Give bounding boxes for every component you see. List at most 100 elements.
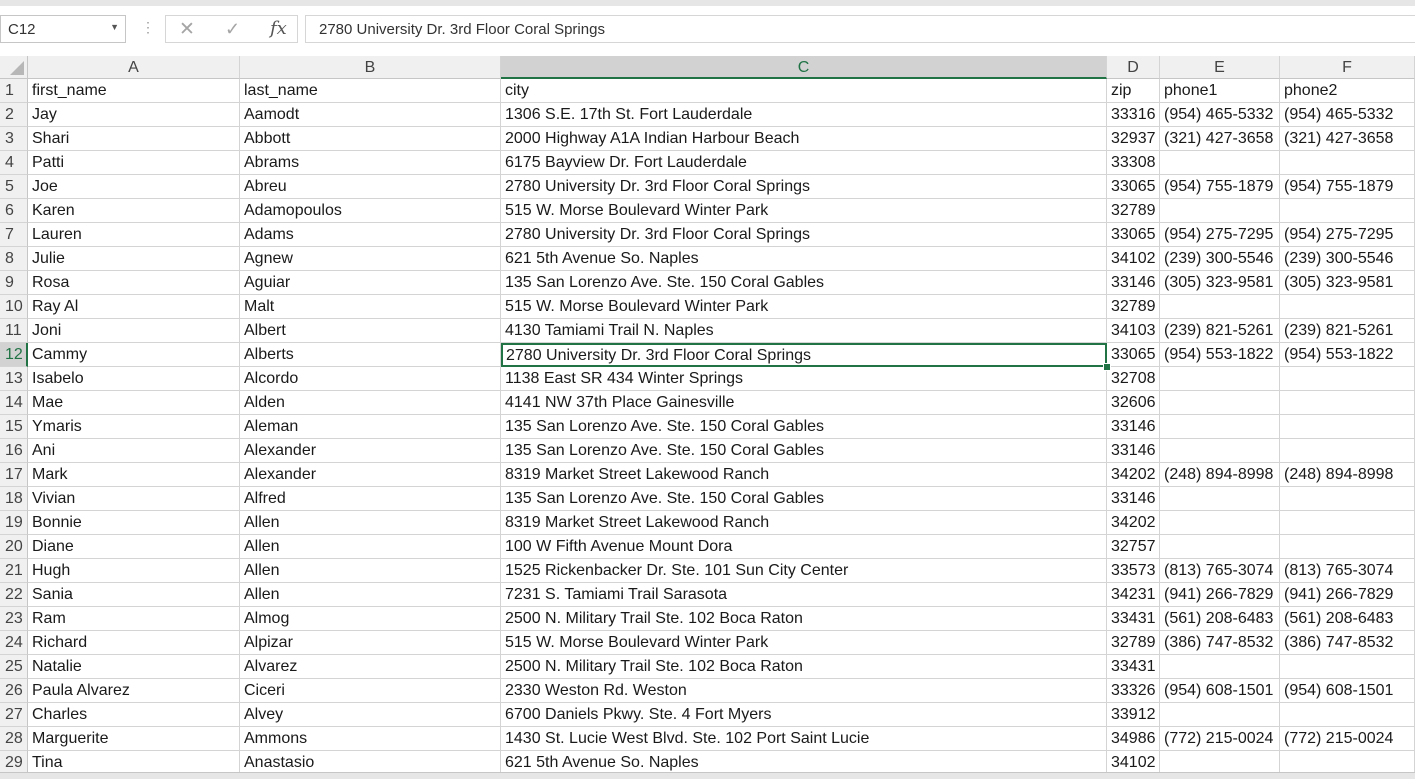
table-cell[interactable]: 33912 bbox=[1107, 703, 1160, 727]
table-cell[interactable]: (941) 266-7829 bbox=[1280, 583, 1415, 607]
table-cell[interactable]: Julie bbox=[28, 247, 240, 271]
table-cell[interactable]: Albert bbox=[240, 319, 501, 343]
table-cell[interactable]: 34202 bbox=[1107, 511, 1160, 535]
table-cell[interactable]: Aguiar bbox=[240, 271, 501, 295]
row-header-15[interactable]: 15 bbox=[0, 415, 28, 439]
table-cell[interactable] bbox=[1160, 511, 1280, 535]
table-cell[interactable] bbox=[1160, 535, 1280, 559]
table-cell[interactable]: 135 San Lorenzo Ave. Ste. 150 Coral Gabl… bbox=[501, 487, 1107, 511]
table-cell[interactable]: Charles bbox=[28, 703, 240, 727]
table-cell[interactable]: Aamodt bbox=[240, 103, 501, 127]
cancel-icon[interactable]: ✕ bbox=[179, 18, 195, 41]
table-cell[interactable]: (248) 894-8998 bbox=[1160, 463, 1280, 487]
table-cell[interactable]: (248) 894-8998 bbox=[1280, 463, 1415, 487]
column-header-d[interactable]: D bbox=[1107, 56, 1160, 79]
table-cell[interactable]: 33065 bbox=[1107, 223, 1160, 247]
table-cell[interactable]: 135 San Lorenzo Ave. Ste. 150 Coral Gabl… bbox=[501, 271, 1107, 295]
table-cell[interactable] bbox=[1160, 655, 1280, 679]
table-cell[interactable]: Ammons bbox=[240, 727, 501, 751]
table-cell[interactable] bbox=[1160, 199, 1280, 223]
table-cell[interactable] bbox=[1280, 295, 1415, 319]
column-title-cell[interactable]: first_name bbox=[28, 79, 240, 103]
table-cell[interactable]: Alcordo bbox=[240, 367, 501, 391]
table-cell[interactable] bbox=[1160, 487, 1280, 511]
table-cell[interactable]: 2780 University Dr. 3rd Floor Coral Spri… bbox=[501, 343, 1107, 367]
table-cell[interactable]: Alfred bbox=[240, 487, 501, 511]
table-cell[interactable]: (386) 747-8532 bbox=[1160, 631, 1280, 655]
column-title-cell[interactable]: last_name bbox=[240, 79, 501, 103]
table-cell[interactable]: (239) 300-5546 bbox=[1160, 247, 1280, 271]
row-header-7[interactable]: 7 bbox=[0, 223, 28, 247]
table-cell[interactable]: Natalie bbox=[28, 655, 240, 679]
table-cell[interactable] bbox=[1160, 295, 1280, 319]
table-cell[interactable]: 4130 Tamiami Trail N. Naples bbox=[501, 319, 1107, 343]
row-header-22[interactable]: 22 bbox=[0, 583, 28, 607]
table-cell[interactable]: Karen bbox=[28, 199, 240, 223]
column-title-cell[interactable]: phone1 bbox=[1160, 79, 1280, 103]
row-header-19[interactable]: 19 bbox=[0, 511, 28, 535]
table-cell[interactable]: (954) 755-1879 bbox=[1280, 175, 1415, 199]
table-cell[interactable]: Abreu bbox=[240, 175, 501, 199]
table-cell[interactable]: Abbott bbox=[240, 127, 501, 151]
table-cell[interactable]: 8319 Market Street Lakewood Ranch bbox=[501, 463, 1107, 487]
table-cell[interactable]: (954) 755-1879 bbox=[1160, 175, 1280, 199]
table-cell[interactable]: 32708 bbox=[1107, 367, 1160, 391]
table-cell[interactable]: Jay bbox=[28, 103, 240, 127]
table-cell[interactable] bbox=[1280, 151, 1415, 175]
table-cell[interactable]: (321) 427-3658 bbox=[1160, 127, 1280, 151]
table-cell[interactable]: 33431 bbox=[1107, 607, 1160, 631]
table-cell[interactable]: Alden bbox=[240, 391, 501, 415]
fill-handle[interactable] bbox=[1103, 363, 1111, 371]
table-cell[interactable] bbox=[1280, 655, 1415, 679]
table-cell[interactable]: 33431 bbox=[1107, 655, 1160, 679]
table-cell[interactable]: 621 5th Avenue So. Naples bbox=[501, 247, 1107, 271]
column-header-e[interactable]: E bbox=[1160, 56, 1280, 79]
table-cell[interactable]: (772) 215-0024 bbox=[1280, 727, 1415, 751]
table-cell[interactable]: 33326 bbox=[1107, 679, 1160, 703]
row-header-18[interactable]: 18 bbox=[0, 487, 28, 511]
row-header-17[interactable]: 17 bbox=[0, 463, 28, 487]
table-cell[interactable]: 515 W. Morse Boulevard Winter Park bbox=[501, 199, 1107, 223]
table-cell[interactable]: 135 San Lorenzo Ave. Ste. 150 Coral Gabl… bbox=[501, 439, 1107, 463]
table-cell[interactable]: (239) 300-5546 bbox=[1280, 247, 1415, 271]
table-cell[interactable]: (954) 553-1822 bbox=[1280, 343, 1415, 367]
table-cell[interactable]: 33146 bbox=[1107, 415, 1160, 439]
table-cell[interactable]: Mark bbox=[28, 463, 240, 487]
row-header-23[interactable]: 23 bbox=[0, 607, 28, 631]
table-cell[interactable] bbox=[1280, 439, 1415, 463]
table-cell[interactable]: 515 W. Morse Boulevard Winter Park bbox=[501, 631, 1107, 655]
table-cell[interactable]: (239) 821-5261 bbox=[1280, 319, 1415, 343]
table-cell[interactable]: Ray Al bbox=[28, 295, 240, 319]
name-box[interactable]: C12 ▼ bbox=[0, 15, 126, 43]
table-cell[interactable]: 33316 bbox=[1107, 103, 1160, 127]
select-all-button[interactable] bbox=[0, 56, 28, 79]
table-cell[interactable]: 6175 Bayview Dr. Fort Lauderdale bbox=[501, 151, 1107, 175]
row-header-8[interactable]: 8 bbox=[0, 247, 28, 271]
row-header-6[interactable]: 6 bbox=[0, 199, 28, 223]
table-cell[interactable]: (941) 266-7829 bbox=[1160, 583, 1280, 607]
table-cell[interactable]: 33065 bbox=[1107, 175, 1160, 199]
table-cell[interactable]: 34986 bbox=[1107, 727, 1160, 751]
table-cell[interactable]: Agnew bbox=[240, 247, 501, 271]
table-cell[interactable]: Adams bbox=[240, 223, 501, 247]
table-cell[interactable]: 4141 NW 37th Place Gainesville bbox=[501, 391, 1107, 415]
table-cell[interactable]: 1138 East SR 434 Winter Springs bbox=[501, 367, 1107, 391]
table-cell[interactable]: 34102 bbox=[1107, 247, 1160, 271]
table-cell[interactable]: Hugh bbox=[28, 559, 240, 583]
row-header-11[interactable]: 11 bbox=[0, 319, 28, 343]
table-cell[interactable]: Marguerite bbox=[28, 727, 240, 751]
table-cell[interactable]: (954) 275-7295 bbox=[1280, 223, 1415, 247]
table-cell[interactable]: Patti bbox=[28, 151, 240, 175]
table-cell[interactable]: Richard bbox=[28, 631, 240, 655]
chevron-down-icon[interactable]: ▼ bbox=[110, 22, 119, 32]
table-cell[interactable]: 34103 bbox=[1107, 319, 1160, 343]
row-header-14[interactable]: 14 bbox=[0, 391, 28, 415]
table-cell[interactable]: Mae bbox=[28, 391, 240, 415]
row-header-9[interactable]: 9 bbox=[0, 271, 28, 295]
table-cell[interactable]: Alberts bbox=[240, 343, 501, 367]
table-cell[interactable]: 1525 Rickenbacker Dr. Ste. 101 Sun City … bbox=[501, 559, 1107, 583]
table-cell[interactable]: Alexander bbox=[240, 463, 501, 487]
insert-function-icon[interactable]: fx bbox=[270, 18, 287, 39]
row-header-10[interactable]: 10 bbox=[0, 295, 28, 319]
table-cell[interactable]: (954) 608-1501 bbox=[1280, 679, 1415, 703]
